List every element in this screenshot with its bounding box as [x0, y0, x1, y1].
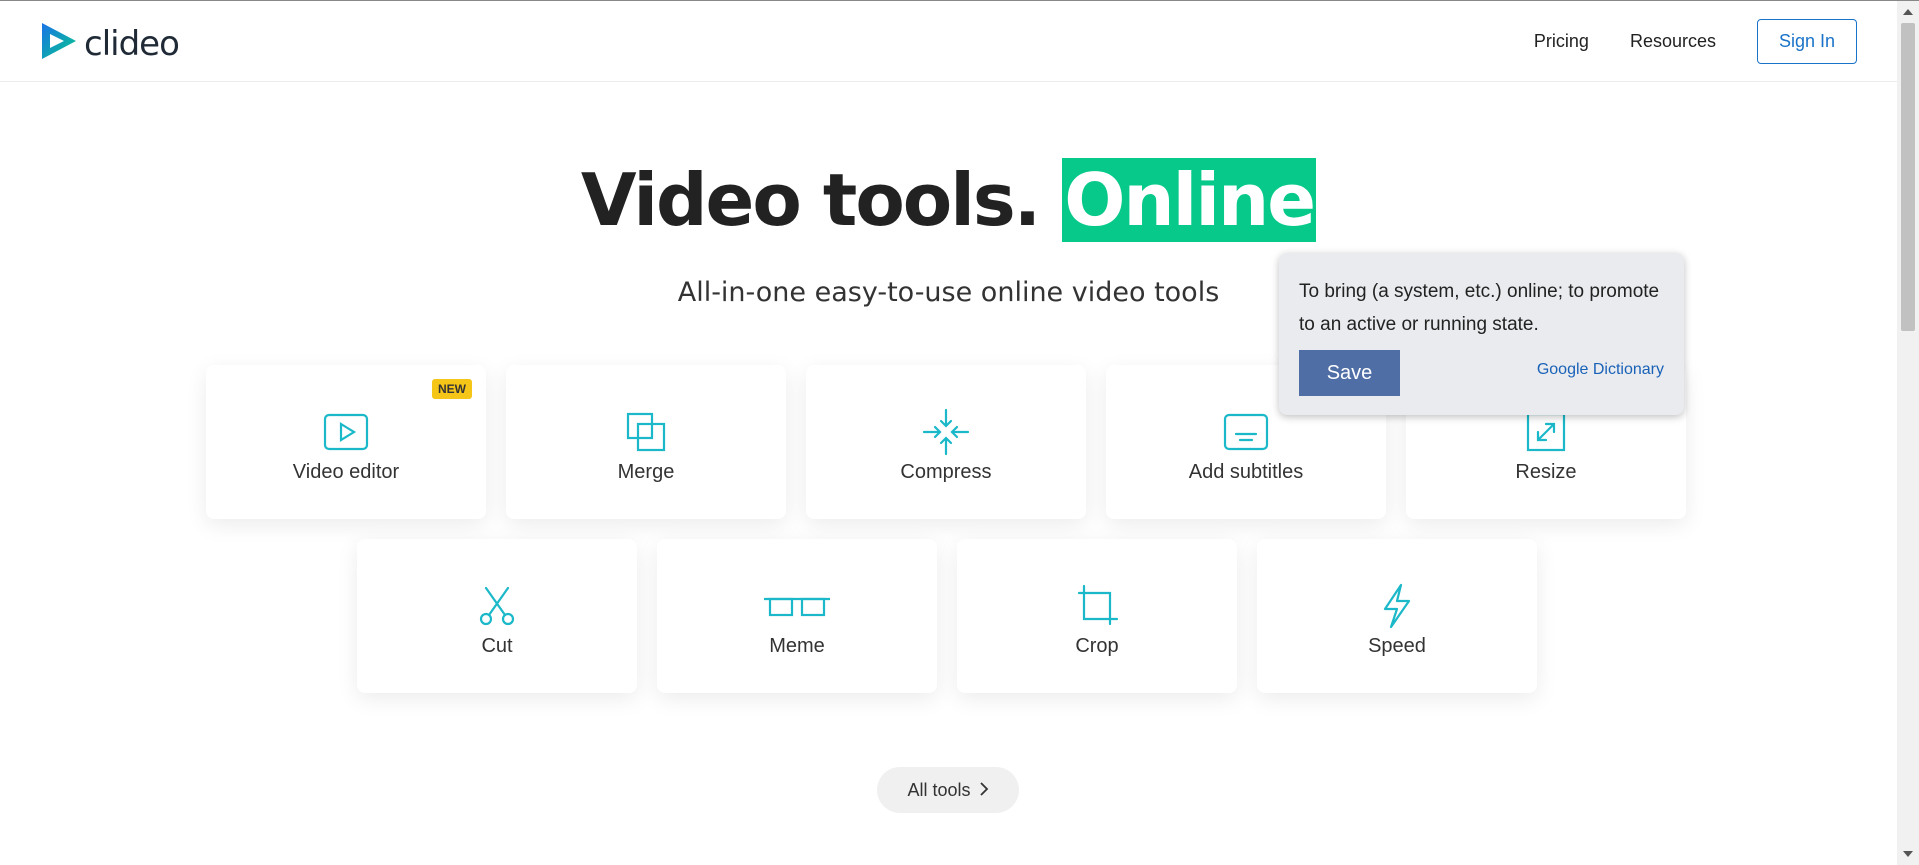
nav-pricing[interactable]: Pricing: [1534, 31, 1589, 52]
compress-icon: [922, 408, 970, 456]
chevron-right-icon: [979, 780, 989, 801]
sign-in-button[interactable]: Sign In: [1757, 19, 1857, 64]
meme-glasses-icon: [762, 582, 832, 630]
resize-icon: [1522, 408, 1570, 456]
tool-card-merge[interactable]: Merge: [506, 365, 786, 519]
nav-resources[interactable]: Resources: [1630, 31, 1716, 52]
dictionary-popup: To bring (a system, etc.) online; to pro…: [1279, 253, 1684, 415]
all-tools-button[interactable]: All tools: [877, 767, 1019, 813]
tool-label: Video editor: [292, 461, 400, 483]
google-dictionary-link[interactable]: Google Dictionary: [1537, 361, 1664, 379]
hero-title: Video tools. Online: [0, 158, 1897, 242]
tool-label: Resize: [1515, 461, 1577, 483]
site-header: clideo Pricing Resources Sign In: [0, 1, 1897, 82]
crop-icon: [1073, 582, 1121, 630]
clideo-logo-icon: [38, 20, 80, 67]
scroll-up-arrow-icon[interactable]: [1903, 9, 1913, 15]
tool-card-crop[interactable]: Crop: [957, 539, 1237, 693]
logo-text: clideo: [84, 23, 180, 64]
page: clideo Pricing Resources Sign In Video t…: [0, 0, 1897, 865]
all-tools-label: All tools: [907, 779, 971, 800]
new-badge: NEW: [432, 379, 472, 399]
video-play-icon: [322, 408, 370, 456]
save-button[interactable]: Save: [1299, 350, 1400, 396]
scroll-down-arrow-icon[interactable]: [1903, 851, 1913, 857]
scrollbar-thumb[interactable]: [1901, 23, 1915, 331]
vertical-scrollbar[interactable]: [1897, 1, 1919, 865]
definition-text: To bring (a system, etc.) online; to pro…: [1299, 281, 1660, 335]
lightning-icon: [1373, 582, 1421, 630]
tool-card-speed[interactable]: Speed: [1257, 539, 1537, 693]
tool-label: Meme: [769, 635, 825, 657]
hero-title-main: Video tools.: [580, 158, 1041, 242]
hero-title-highlight: Online: [1062, 158, 1317, 242]
tool-label: Compress: [900, 461, 992, 483]
tool-card-compress[interactable]: Compress: [806, 365, 1086, 519]
scissors-icon: [473, 582, 521, 630]
tool-label: Add subtitles: [1188, 461, 1304, 483]
tool-label: Cut: [481, 635, 513, 657]
tool-label: Crop: [1075, 635, 1119, 657]
tool-card-cut[interactable]: Cut: [357, 539, 637, 693]
tool-label: Merge: [617, 461, 675, 483]
merge-icon: [622, 408, 670, 456]
clideo-logo[interactable]: clideo: [38, 20, 180, 67]
tool-label: Speed: [1368, 635, 1426, 657]
tool-card-meme[interactable]: Meme: [657, 539, 937, 693]
subtitles-icon: [1222, 408, 1270, 456]
tool-card-video-editor[interactable]: NEW Video editor: [206, 365, 486, 519]
main-nav: Pricing Resources Sign In: [1534, 19, 1857, 64]
